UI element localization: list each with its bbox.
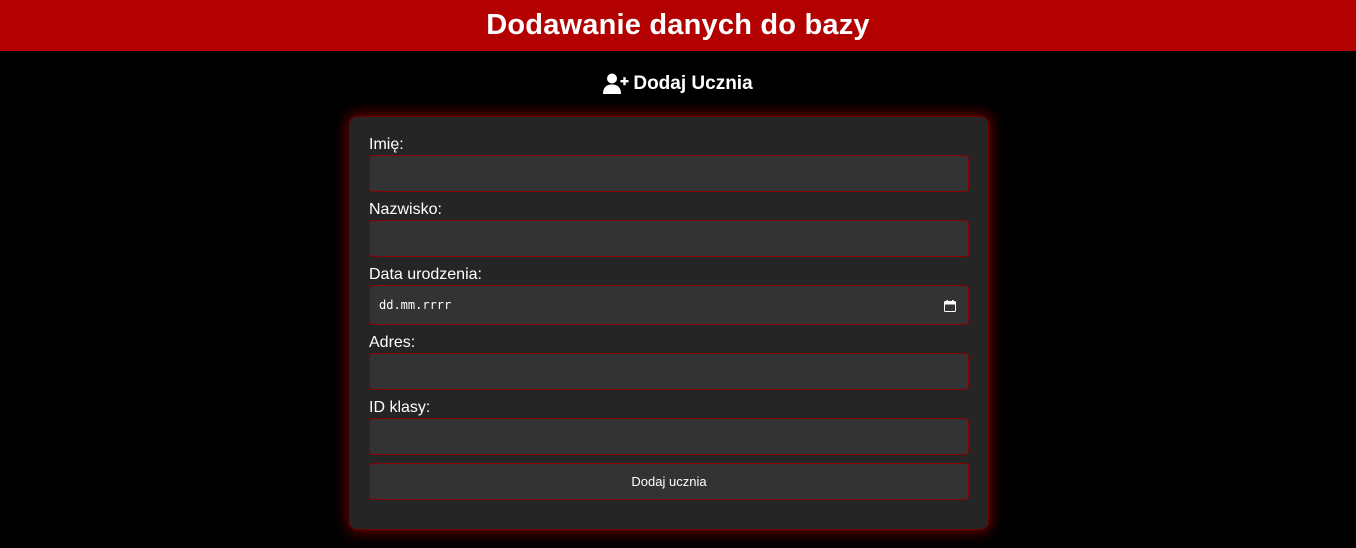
- user-plus-icon: [603, 72, 629, 96]
- calendar-icon[interactable]: [944, 299, 956, 312]
- birth-date-label: Data urodzenia:: [369, 266, 482, 283]
- birth-date-placeholder: dd.mm.rrrr: [379, 298, 452, 312]
- last-name-label: Nazwisko:: [369, 201, 442, 218]
- add-student-form: Imię: Nazwisko: Data urodzenia: dd.mm.rr…: [349, 116, 989, 530]
- section-heading: Dodaj Ucznia: [0, 70, 1356, 98]
- first-name-input[interactable]: [369, 155, 969, 192]
- address-input[interactable]: [369, 353, 969, 390]
- section-title: Dodaj Ucznia: [633, 73, 753, 94]
- birth-date-input[interactable]: dd.mm.rrrr: [369, 285, 969, 325]
- add-student-button[interactable]: Dodaj ucznia: [369, 463, 969, 500]
- last-name-input[interactable]: [369, 220, 969, 257]
- class-id-input[interactable]: [369, 418, 969, 455]
- header-banner: Dodawanie danych do bazy: [0, 0, 1356, 51]
- address-label: Adres:: [369, 334, 416, 351]
- class-id-label: ID klasy:: [369, 399, 431, 416]
- first-name-label: Imię:: [369, 136, 404, 153]
- page-title: Dodawanie danych do bazy: [486, 9, 870, 41]
